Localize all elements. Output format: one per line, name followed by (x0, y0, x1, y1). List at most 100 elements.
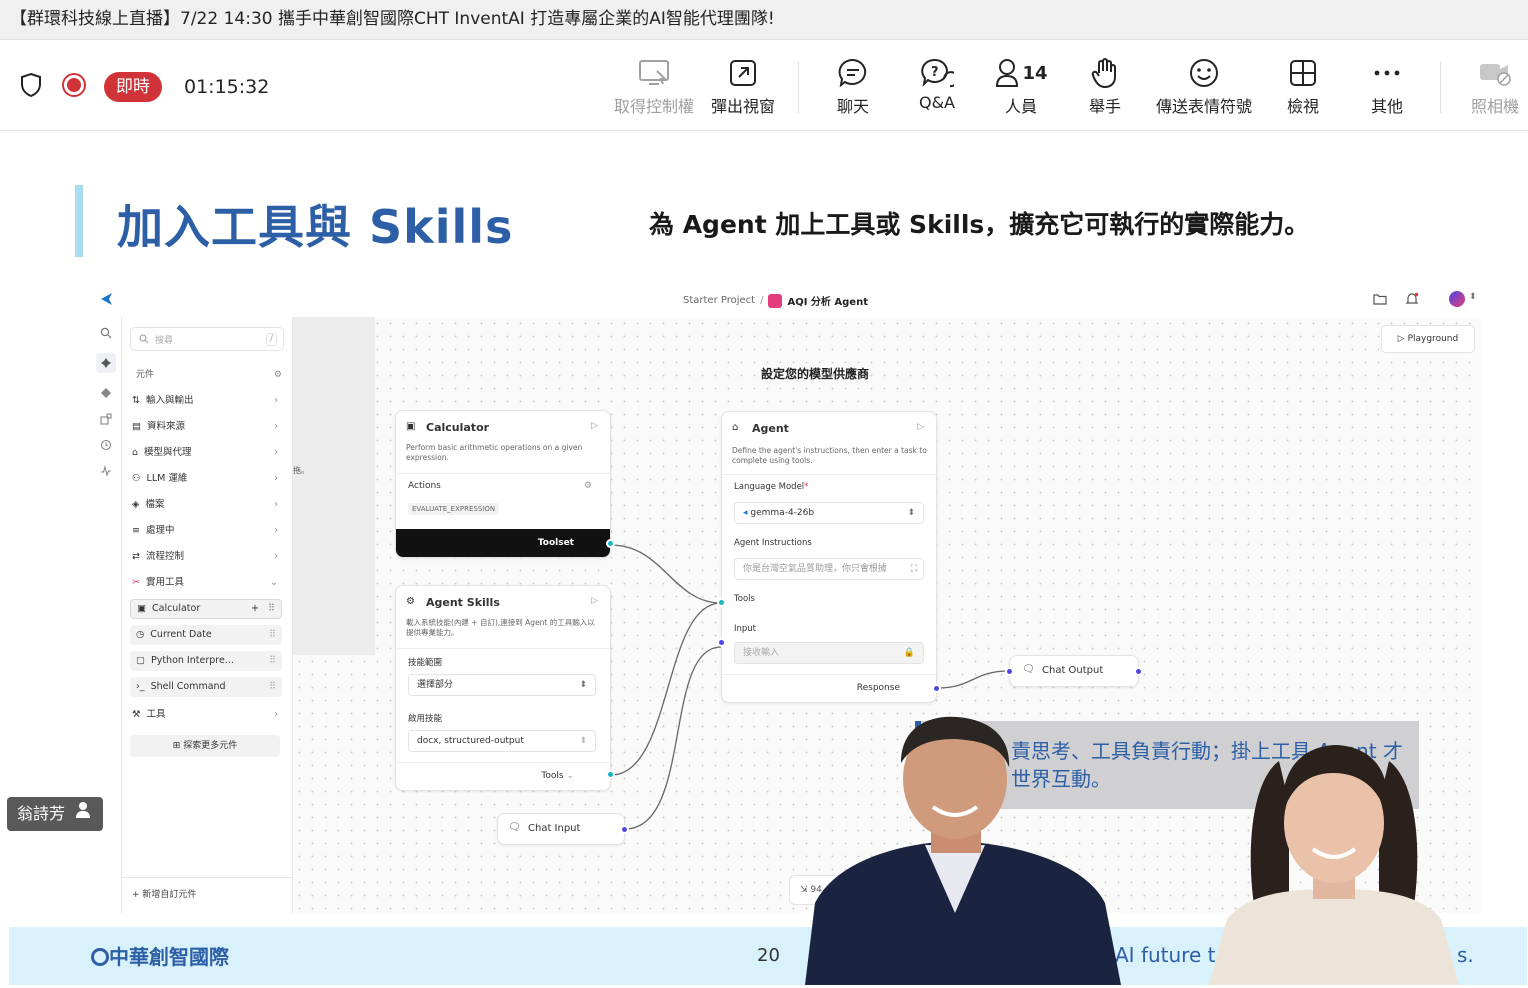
expand-icon[interactable]: ⛶ (910, 559, 917, 579)
bundle-icon[interactable] (100, 387, 112, 402)
meeting-timer: 01:15:32 (184, 76, 270, 98)
chat-input-node[interactable]: 🗨 Chat Input (497, 813, 629, 845)
toolbar-divider (1440, 61, 1441, 113)
agent-node[interactable]: ⌂ Agent ▷ Define the agent's instruction… (717, 411, 941, 703)
output-handle[interactable] (606, 770, 615, 779)
search-field[interactable]: 搜尋 / (130, 327, 284, 351)
tool-item-current-date[interactable]: ◷ Current Date ⠿ (130, 625, 282, 645)
required-marker: * (804, 482, 809, 492)
category-flow-control[interactable]: ⇄ 流程控制 › (132, 547, 282, 567)
chat-output-node[interactable]: 🗨 Chat Output (1005, 655, 1143, 687)
reactions-button[interactable]: 傳送表情符號 (1150, 53, 1258, 123)
user-avatar[interactable] (1449, 291, 1465, 307)
components-header: 元件 ⚙ (136, 365, 286, 385)
bell-icon[interactable] (1405, 292, 1419, 309)
presenter-silhouette (805, 716, 1121, 985)
chevron-right-icon: › (274, 473, 278, 484)
slide-title: 加入工具與 Skills (117, 200, 514, 254)
more-options-icon (1372, 53, 1402, 93)
more-label: 其他 (1370, 97, 1403, 116)
chat-button[interactable]: 聊天 (828, 53, 878, 123)
qa-button[interactable]: ? Q&A (912, 53, 962, 123)
flow-name[interactable]: AQI 分析 Agent (787, 293, 868, 308)
clock-icon: ◷ (136, 629, 145, 640)
scope-select[interactable]: 選擇部分 ⬍ (408, 674, 596, 696)
add-icon[interactable]: + (251, 599, 259, 619)
add-custom-component-button[interactable]: + 新增自訂元件 (122, 877, 294, 913)
apps-icon[interactable] (100, 413, 112, 428)
category-llm-ops[interactable]: ⚇ LLM 運維 › (132, 469, 282, 489)
node-title: Chat Output (1042, 665, 1104, 676)
activity-icon[interactable] (100, 464, 112, 480)
enabled-skills-select[interactable]: docx, structured-output ⬍ (408, 730, 596, 752)
folder-icon[interactable] (1373, 293, 1387, 308)
calculator-node[interactable]: ▣ Calculator ▷ Perform basic arithmetic … (395, 410, 615, 558)
output-label: Tools (541, 771, 564, 781)
people-button[interactable]: 14 人員 (990, 53, 1052, 123)
tool-item-shell[interactable]: ›_ Shell Command ⠿ (130, 677, 282, 697)
input-handle[interactable] (1005, 667, 1014, 676)
raise-hand-button[interactable]: 舉手 (1080, 53, 1130, 123)
drag-handle-icon[interactable]: ⠿ (269, 651, 276, 671)
node-divider (396, 473, 610, 474)
category-label: 檔案 (145, 499, 165, 510)
grid-plus-icon: ⊞ (172, 741, 184, 751)
category-processing[interactable]: ≡ 處理中 › (132, 521, 282, 541)
output-handle[interactable] (606, 539, 615, 548)
presenter-silhouette (1209, 745, 1459, 985)
input-handle[interactable] (717, 638, 726, 647)
node-title: Calculator (426, 421, 490, 434)
person-icon (996, 59, 1019, 87)
category-tools[interactable]: ⚒ 工具 › (132, 705, 282, 725)
select-arrows-icon: ⬍ (579, 736, 587, 746)
avatar-menu-icon[interactable]: ⬍ (1469, 292, 1477, 302)
drag-handle-icon[interactable]: ⠿ (268, 599, 275, 619)
tool-item-calculator[interactable]: ▣ Calculator + ⠿ (130, 599, 282, 619)
search-icon (139, 334, 149, 344)
terminal-window-icon: ▢ (136, 655, 145, 666)
drag-handle-icon[interactable]: ⠿ (269, 677, 276, 697)
history-icon[interactable] (100, 439, 112, 454)
action-tag: EVALUATE_EXPRESSION (408, 503, 500, 515)
actions-label: Actions (408, 481, 441, 491)
breadcrumb-project[interactable]: Starter Project (683, 295, 755, 306)
terminal-icon: ›_ (136, 681, 145, 692)
more-button[interactable]: 其他 (1362, 53, 1412, 123)
input-field[interactable]: 接收輸入 🔒 (734, 642, 924, 664)
settings-icon[interactable]: ⚙ (584, 481, 592, 491)
drag-handle-icon[interactable]: ⠿ (269, 625, 276, 645)
calculator-icon: ▣ (137, 603, 146, 614)
category-models-agents[interactable]: ⌂ 模型與代理 › (132, 443, 282, 463)
category-data-sources[interactable]: ▤ 資料來源 › (132, 417, 282, 437)
layers-icon: ◈ (132, 499, 140, 510)
output-handle[interactable] (620, 825, 629, 834)
agent-skills-node[interactable]: ⚙ Agent Skills ▷ 載入系統技能(內建 + 自訂),連接到 Age… (395, 585, 615, 791)
output-handle[interactable] (1134, 667, 1143, 676)
tools-input-handle[interactable] (717, 598, 726, 607)
category-files[interactable]: ◈ 檔案 › (132, 495, 282, 515)
utilities-icon: ✂ (132, 577, 140, 588)
category-io[interactable]: ⇅ 輸入與輸出 › (132, 391, 282, 411)
explore-more-button[interactable]: ⊞ 探索更多元件 (130, 735, 280, 757)
chat-label: 聊天 (836, 97, 869, 116)
pop-out-button[interactable]: 彈出視窗 (708, 53, 778, 123)
run-icon[interactable]: ▷ (591, 596, 598, 606)
output-label: Toolset (537, 538, 574, 548)
search-icon[interactable] (100, 327, 112, 342)
camera-button[interactable]: 照相機 (1466, 53, 1524, 123)
components-icon[interactable] (96, 353, 116, 373)
shield-icon[interactable] (18, 71, 44, 103)
reactions-label: 傳送表情符號 (1155, 97, 1252, 116)
filter-icon[interactable]: ⚙ (274, 365, 282, 385)
node-divider (722, 474, 936, 475)
model-value: gemma-4-26b (750, 508, 815, 518)
response-handle[interactable] (932, 684, 941, 693)
tool-item-python[interactable]: ▢ Python Interpre... ⠿ (130, 651, 282, 671)
instructions-field[interactable]: 你是台灣空氣品質助理，你只會根據 ⛶ (734, 558, 924, 580)
take-control-button[interactable]: 取得控制權 (612, 53, 696, 123)
run-icon[interactable]: ▷ (917, 422, 924, 432)
view-button[interactable]: 檢視 (1278, 53, 1328, 123)
model-select[interactable]: ◂ gemma-4-26b ⬍ (734, 502, 924, 524)
run-icon[interactable]: ▷ (591, 421, 598, 431)
category-utilities[interactable]: ✂ 實用工具 ⌄ (132, 573, 282, 593)
